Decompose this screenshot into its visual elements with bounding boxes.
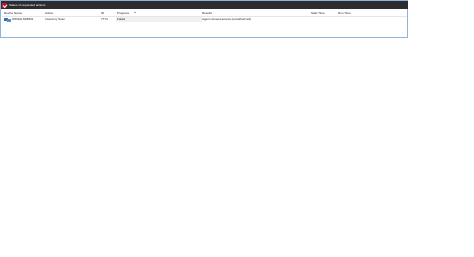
- column-header-device-name[interactable]: Device Name: [4, 11, 22, 16]
- id-cell: 7774: [101, 17, 108, 21]
- title-bar[interactable]: Status of requested actions: [1, 1, 408, 9]
- action-cell: Inventory Scan: [45, 17, 66, 21]
- column-header-action[interactable]: Action: [45, 11, 53, 16]
- app-logo-icon: [2, 2, 7, 8]
- table-row[interactable]: WIN10LSF8901 Inventory Scan 7774 Failed …: [2, 17, 407, 22]
- window-title: Status of requested actions: [9, 3, 46, 7]
- results-cell: Agent refused access (unauthorized): [202, 17, 252, 21]
- sort-down-icon[interactable]: [134, 12, 136, 13]
- column-header-id[interactable]: ID: [101, 11, 104, 16]
- column-header-results[interactable]: Results: [202, 11, 212, 16]
- progress-cell-background: [116, 17, 202, 22]
- device-name-cell: WIN10LSF8901: [12, 17, 34, 21]
- column-header-progress[interactable]: Progress: [117, 11, 129, 16]
- column-header-run-time[interactable]: Run Time: [338, 11, 351, 16]
- column-header-start-time[interactable]: Start Time: [311, 11, 325, 16]
- status-window: Status of requested actions Device Name …: [0, 0, 408, 38]
- computer-icon: [4, 18, 11, 22]
- progress-cell: Failed: [117, 17, 126, 21]
